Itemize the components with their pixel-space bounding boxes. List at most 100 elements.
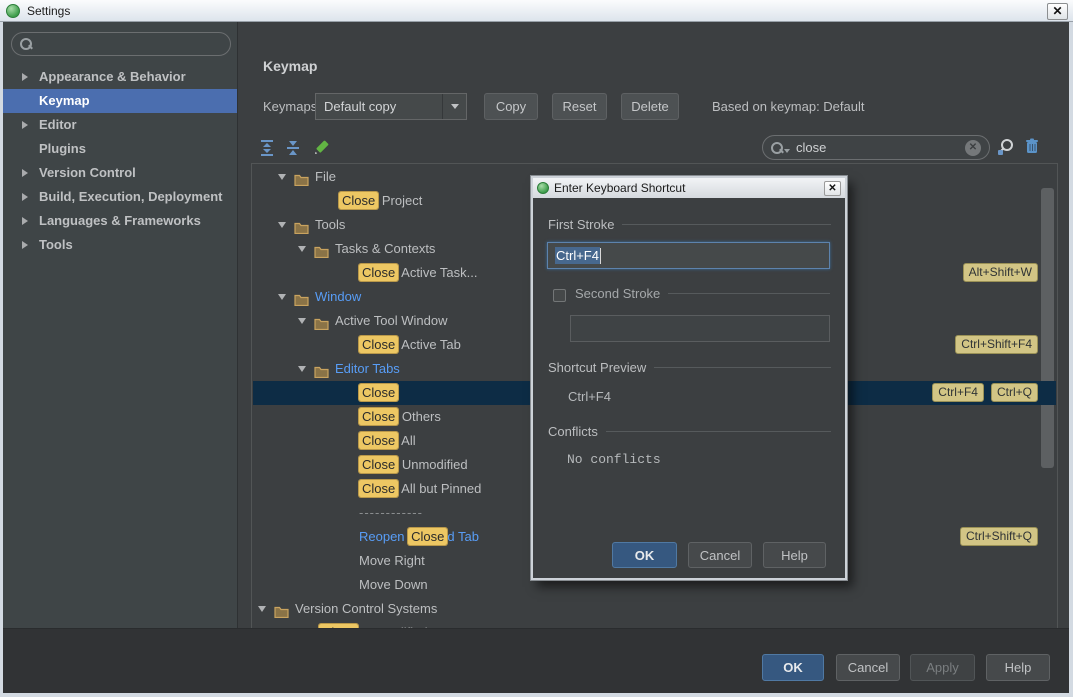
chevron-right-icon[interactable] — [22, 73, 28, 81]
folder-icon — [314, 242, 329, 259]
search-match-highlight: Close — [359, 456, 399, 473]
tree-group-label: Active Tool Window — [335, 313, 448, 328]
folder-icon — [314, 314, 329, 331]
separator-line — [668, 293, 830, 294]
shortcut-preview-label: Shortcut Preview — [548, 360, 647, 375]
separator-line — [622, 224, 831, 225]
keymap-search-input[interactable]: close ✕ — [762, 135, 990, 160]
shortcut-badges: Alt+Shift+W — [962, 263, 1038, 282]
window-titlebar: Settings — [0, 0, 1073, 22]
dialog-ok-button[interactable]: OK — [612, 542, 677, 568]
settings-search-input[interactable] — [11, 32, 231, 56]
conflicts-label: Conflicts — [548, 424, 598, 439]
edit-shortcut-icon[interactable] — [311, 138, 331, 158]
delete-button[interactable]: Delete — [621, 93, 679, 120]
settings-sidebar: Appearance & Behavior Keymap Editor Plugins… — [3, 22, 238, 628]
tree-expand-arrow-icon[interactable] — [298, 246, 306, 252]
apply-button[interactable]: Apply — [910, 654, 975, 681]
tree-group-label: Tasks & Contexts — [335, 241, 436, 256]
second-stroke-checkbox[interactable] — [553, 289, 566, 302]
sidebar-item-tools[interactable]: Tools — [3, 233, 237, 257]
conflicts-value: No conflicts — [567, 452, 661, 467]
dialog-titlebar: Enter Keyboard Shortcut ✕ — [533, 178, 845, 198]
text-caret — [599, 247, 601, 264]
dialog-body: First Stroke Ctrl+F4 Second Stroke Short… — [533, 198, 845, 578]
search-icon — [771, 141, 783, 154]
second-stroke-label: Second Stroke — [575, 286, 661, 301]
second-stroke-input[interactable] — [570, 315, 830, 342]
trash-icon[interactable] — [1022, 136, 1042, 156]
tree-expand-arrow-icon[interactable] — [258, 606, 266, 612]
page-title: Keymap — [263, 58, 318, 74]
sidebar-item-label: Editor — [39, 117, 77, 132]
search-match-highlight: Close — [359, 408, 399, 425]
tree-action-label: Close Active Task... — [359, 261, 478, 285]
copy-button[interactable]: Copy — [484, 93, 538, 120]
chevron-right-icon[interactable] — [22, 217, 28, 225]
shortcut-badge: Ctrl+Shift+Q — [959, 527, 1038, 546]
shortcut-badges: Ctrl+Shift+Q — [959, 527, 1038, 546]
find-by-shortcut-icon[interactable] — [996, 137, 1016, 157]
tree-group-label: Tools — [315, 217, 346, 232]
sidebar-item-build-execution-deployment[interactable]: Build, Execution, Deployment — [3, 185, 237, 209]
first-stroke-input[interactable]: Ctrl+F4 — [547, 242, 830, 269]
enter-keyboard-shortcut-dialog: Enter Keyboard Shortcut ✕ First Stroke C… — [530, 175, 848, 581]
sidebar-item-keymap[interactable]: Keymap — [3, 89, 237, 113]
cancel-button[interactable]: Cancel — [836, 654, 900, 681]
search-options-chevron-icon[interactable] — [784, 148, 790, 153]
clear-search-icon[interactable]: ✕ — [965, 139, 981, 156]
sidebar-item-editor[interactable]: Editor — [3, 113, 237, 137]
sidebar-item-languages-frameworks[interactable]: Languages & Frameworks — [3, 209, 237, 233]
shortcut-badge: Ctrl+Q — [990, 383, 1038, 402]
search-match-highlight: Close — [359, 432, 399, 449]
tree-expand-arrow-icon[interactable] — [278, 294, 286, 300]
shortcut-badge: Ctrl+F4 — [932, 383, 984, 402]
dialog-help-button[interactable]: Help — [763, 542, 826, 568]
separator-line — [605, 431, 831, 432]
expand-all-icon[interactable] — [258, 138, 278, 158]
tree-action-label: Close Project — [339, 189, 422, 213]
dialog-close-button[interactable]: ✕ — [824, 180, 841, 196]
tree-row-version-control-systems[interactable]: Version Control Systems — [253, 597, 1056, 621]
ok-button[interactable]: OK — [762, 654, 824, 681]
sidebar-item-label: Appearance & Behavior — [39, 69, 186, 84]
based-on-keymap-label: Based on keymap: Default — [712, 99, 865, 114]
help-button[interactable]: Help — [986, 654, 1050, 681]
sidebar-item-plugins[interactable]: Plugins — [3, 137, 237, 161]
shortcut-badges: Ctrl+Shift+F4 — [955, 335, 1038, 354]
chevron-right-icon[interactable] — [22, 169, 28, 177]
dialog-cancel-button[interactable]: Cancel — [688, 542, 752, 568]
tree-action-label: Close All — [359, 429, 416, 453]
tree-group-label: Window — [315, 289, 362, 304]
search-match-highlight: Close — [339, 192, 379, 209]
tree-expand-arrow-icon[interactable] — [278, 174, 286, 180]
tree-expand-arrow-icon[interactable] — [278, 222, 286, 228]
sidebar-item-version-control[interactable]: Version Control — [3, 161, 237, 185]
shortcut-badge: Alt+Shift+W — [962, 263, 1038, 282]
chevron-right-icon[interactable] — [22, 193, 28, 201]
first-stroke-label: First Stroke — [548, 217, 615, 232]
sidebar-item-appearance-behavior[interactable]: Appearance & Behavior — [3, 65, 237, 89]
settings-window: Settings ✕ Appearance & Behavior Keymap Ed… — [0, 0, 1073, 697]
chevron-right-icon[interactable] — [22, 241, 28, 249]
tree-action-label: ------------ — [359, 505, 423, 520]
collapse-all-icon[interactable] — [284, 138, 304, 158]
tree-expand-arrow-icon[interactable] — [298, 366, 306, 372]
tree-group-label: Version Control Systems — [295, 601, 438, 616]
sidebar-items: Appearance & Behavior Keymap Editor Plugins… — [3, 65, 237, 257]
chevron-right-icon[interactable] — [22, 121, 28, 129]
keymap-select[interactable]: Default copy — [315, 93, 467, 120]
tree-action-label: Close Others — [359, 405, 441, 429]
chevron-down-icon[interactable] — [442, 94, 466, 119]
sidebar-item-label: Keymap — [39, 93, 90, 108]
android-studio-icon — [537, 182, 549, 194]
tree-expand-arrow-icon[interactable] — [298, 318, 306, 324]
dialog-title: Enter Keyboard Shortcut — [554, 181, 686, 195]
sidebar-item-label: Version Control — [39, 165, 136, 180]
tree-action-label: Close Active Tab — [359, 333, 461, 357]
tree-group-label: Editor Tabs — [335, 361, 400, 376]
window-close-button[interactable]: ✕ — [1047, 3, 1068, 20]
android-studio-icon — [6, 3, 20, 18]
reset-button[interactable]: Reset — [552, 93, 607, 120]
conflicts-section: Conflicts — [548, 424, 831, 439]
